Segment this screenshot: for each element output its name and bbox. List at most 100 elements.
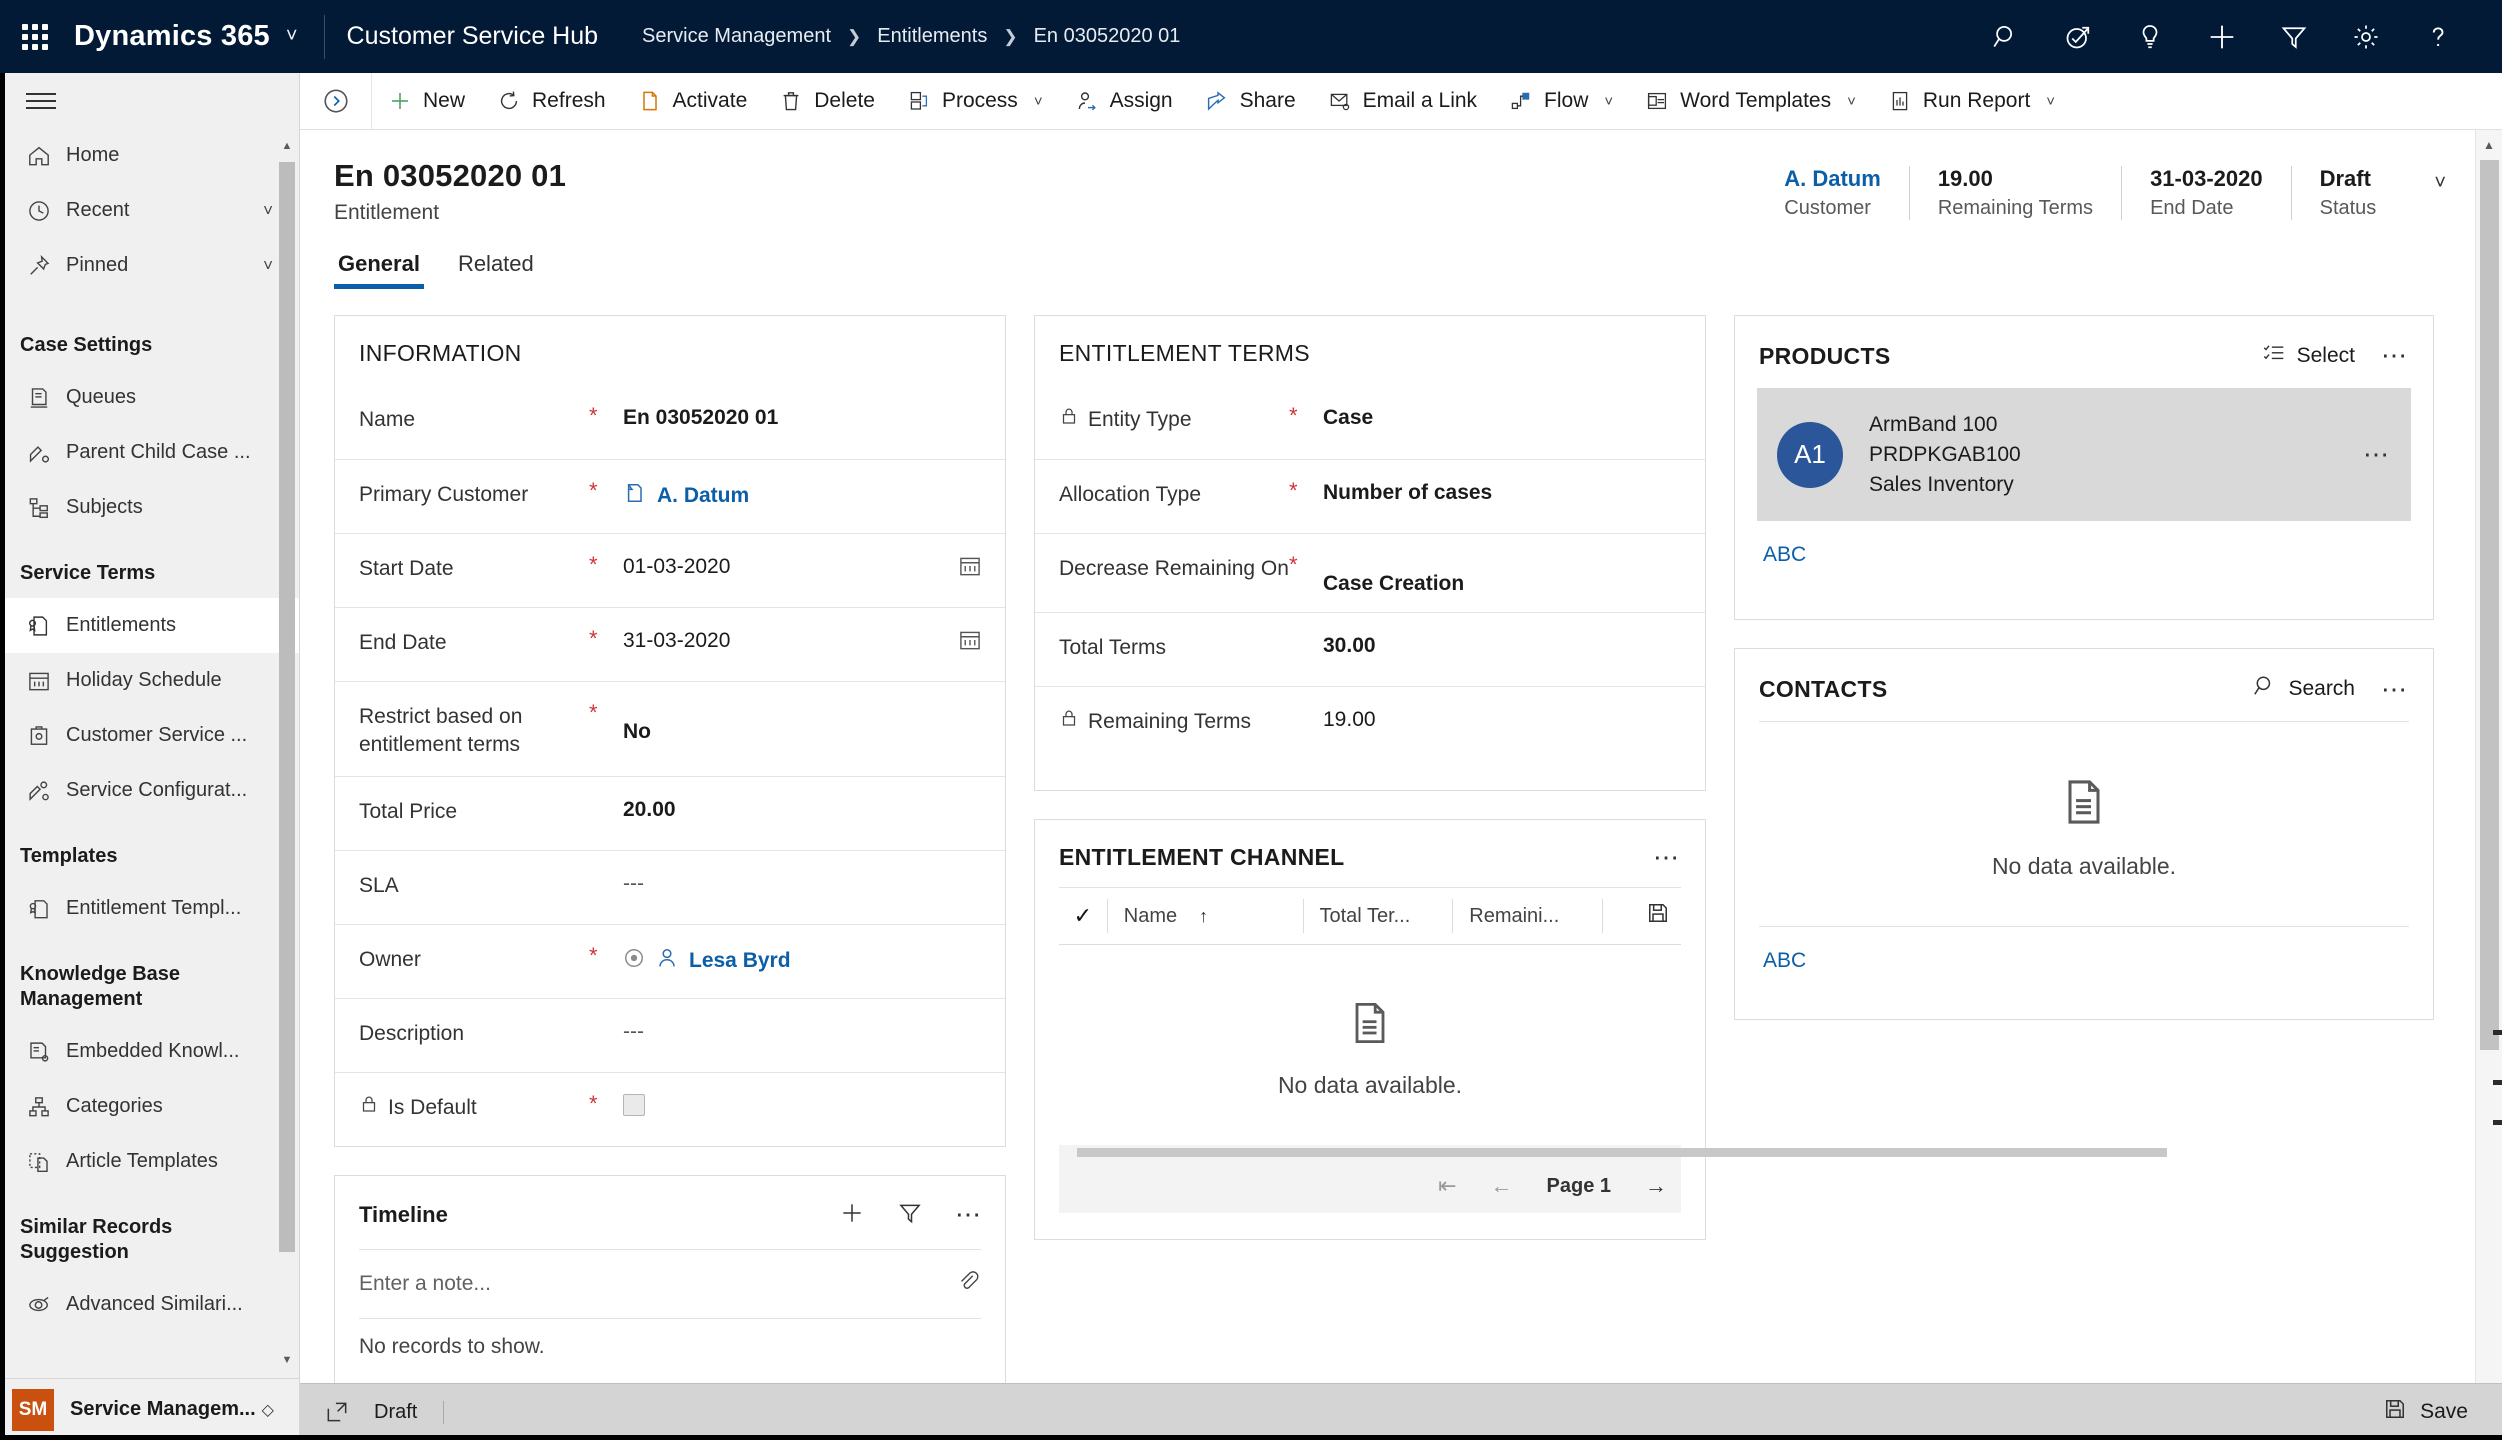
breadcrumb-item-service-management[interactable]: Service Management <box>642 25 831 48</box>
sidebar-item-embedded-knowledge[interactable]: Embedded Knowl... <box>0 1024 299 1079</box>
field-value[interactable]: En 03052020 01 <box>623 401 983 430</box>
contacts-more-icon[interactable]: ⋯ <box>2381 676 2409 701</box>
calendar-icon[interactable] <box>957 550 983 579</box>
timeline-filter-icon[interactable] <box>897 1200 923 1231</box>
tab-general[interactable]: General <box>334 251 424 289</box>
list-item[interactable]: A1 ArmBand 100 PRDPKGAB100 Sales Invento… <box>1757 388 2411 522</box>
timeline-note-input[interactable]: Enter a note... <box>359 1248 981 1319</box>
share-button[interactable]: Share <box>1189 73 1312 129</box>
process-button[interactable]: Process ˅ <box>891 73 1059 129</box>
sidebar-item-entitlement-templates[interactable]: Entitlement Templ... <box>0 881 299 936</box>
field-value[interactable]: Number of cases <box>1323 476 1683 505</box>
next-page-icon[interactable]: → <box>1645 1173 1667 1199</box>
products-select-button[interactable]: Select <box>2261 340 2355 372</box>
header-stat-value[interactable]: A. Datum <box>1784 166 1881 192</box>
contacts-search-button[interactable]: Search <box>2252 673 2355 705</box>
select-all-checkbox-icon[interactable]: ✓ <box>1059 903 1107 929</box>
sidebar-item-holiday-schedule[interactable]: Holiday Schedule <box>0 653 299 708</box>
chevron-down-icon[interactable]: ˅ <box>1034 93 1043 110</box>
run-report-button[interactable]: Run Report ˅ <box>1872 73 2071 129</box>
field-value[interactable]: 31-03-2020 <box>623 624 957 653</box>
sidebar-item-pinned[interactable]: Pinned ˅ <box>0 238 299 293</box>
tab-related[interactable]: Related <box>454 251 538 289</box>
filter-icon[interactable] <box>2258 0 2330 73</box>
previous-page-icon[interactable]: ← <box>1491 1173 1513 1199</box>
breadcrumb-item-entitlements[interactable]: Entitlements <box>877 25 987 48</box>
assistant-icon[interactable] <box>2042 0 2114 73</box>
chevron-down-icon[interactable]: ˅ <box>2046 93 2055 110</box>
attachment-icon[interactable] <box>955 1268 981 1299</box>
flow-button[interactable]: Flow ˅ <box>1493 73 1629 129</box>
sidebar-item-parent-child-case[interactable]: Parent Child Case ... <box>0 425 299 480</box>
expand-panel-icon[interactable] <box>300 73 372 129</box>
is-default-checkbox[interactable] <box>623 1093 645 1116</box>
plus-icon[interactable] <box>2186 0 2258 73</box>
popout-icon[interactable] <box>300 1399 374 1425</box>
chevron-down-icon[interactable]: ˅ <box>263 256 273 276</box>
product-row-more-icon[interactable]: ⋯ <box>2363 441 2391 466</box>
app-switcher-footer[interactable]: SM Service Managem... ◇ <box>0 1378 299 1440</box>
chevron-down-icon[interactable]: ˅ <box>1847 93 1856 110</box>
refresh-button[interactable]: Refresh <box>481 73 622 129</box>
word-templates-button[interactable]: Word Templates ˅ <box>1629 73 1872 129</box>
app-launcher-icon[interactable] <box>0 23 70 50</box>
grid-column-remaining-terms[interactable]: Remaini... <box>1452 899 1602 933</box>
sitemap-hamburger-icon[interactable] <box>0 73 299 128</box>
grid-save-icon[interactable] <box>1635 900 1681 932</box>
field-value[interactable]: No <box>623 698 983 744</box>
sidebar-scrollbar[interactable]: ▲ ▼ <box>279 128 297 1378</box>
sidebar-item-advanced-similarity[interactable]: Advanced Similari... <box>0 1277 299 1332</box>
content-scrollbar[interactable]: ▲ <box>2475 130 2502 1383</box>
activate-button[interactable]: Activate <box>622 73 764 129</box>
lightbulb-icon[interactable] <box>2114 0 2186 73</box>
chevron-down-icon[interactable]: ˅ <box>263 201 273 221</box>
assign-button[interactable]: Assign <box>1059 73 1189 129</box>
sidebar-item-entitlements[interactable]: Entitlements <box>0 598 299 653</box>
grid-column-name[interactable]: Name ↑ <box>1106 899 1303 933</box>
scroll-down-icon[interactable]: ▼ <box>279 1350 295 1370</box>
content-scrollbar-thumb[interactable] <box>2480 160 2499 1050</box>
help-icon[interactable] <box>2402 0 2474 73</box>
timeline-more-icon[interactable]: ⋯ <box>955 1202 983 1227</box>
save-button[interactable]: Save <box>2348 1384 2502 1440</box>
field-value[interactable]: A. Datum <box>657 484 749 508</box>
email-a-link-button[interactable]: Email a Link <box>1312 73 1493 129</box>
grid-scrollbar-thumb[interactable] <box>1077 1148 2167 1157</box>
sidebar-item-service-configuration[interactable]: Service Configurat... <box>0 763 299 818</box>
contacts-footer-link[interactable]: ABC <box>1735 927 2433 999</box>
sidebar-item-article-templates[interactable]: Article Templates <box>0 1134 299 1189</box>
sidebar-item-home[interactable]: Home <box>0 128 299 183</box>
gear-icon[interactable] <box>2330 0 2402 73</box>
field-value[interactable]: --- <box>623 867 983 896</box>
app-switcher-chevron-icon[interactable]: ◇ <box>262 1400 274 1420</box>
brand-chevron-down-icon[interactable]: ˅ <box>286 25 298 48</box>
sidebar-item-customer-service[interactable]: Customer Service ... <box>0 708 299 763</box>
field-value[interactable]: 20.00 <box>623 793 983 822</box>
header-expand-chevron-icon[interactable]: ˅ <box>2404 166 2468 195</box>
field-value[interactable]: --- <box>623 1015 983 1044</box>
products-more-icon[interactable]: ⋯ <box>2381 343 2409 368</box>
products-footer-link[interactable]: ABC <box>1735 521 2433 593</box>
first-page-icon[interactable]: ⇤ <box>1438 1173 1456 1199</box>
sort-ascending-icon[interactable]: ↑ <box>1199 906 1208 927</box>
entitlement-channel-more-icon[interactable]: ⋯ <box>1653 844 1681 869</box>
delete-button[interactable]: Delete <box>763 73 891 129</box>
new-button[interactable]: New <box>372 73 481 129</box>
field-value[interactable]: 30.00 <box>1323 629 1683 658</box>
field-value[interactable]: Case Creation <box>1323 550 1683 596</box>
grid-column-total-terms[interactable]: Total Ter... <box>1302 899 1453 933</box>
field-value[interactable]: Lesa Byrd <box>689 949 791 973</box>
calendar-icon[interactable] <box>957 624 983 653</box>
search-icon[interactable] <box>1970 0 2042 73</box>
sidebar-item-categories[interactable]: Categories <box>0 1079 299 1134</box>
field-value[interactable]: 01-03-2020 <box>623 550 957 579</box>
chevron-down-icon[interactable]: ˅ <box>1604 93 1613 110</box>
timeline-add-icon[interactable] <box>839 1200 865 1231</box>
sidebar-item-recent[interactable]: Recent ˅ <box>0 183 299 238</box>
grid-horizontal-scrollbar[interactable] <box>1059 1145 2167 1159</box>
scroll-up-icon[interactable]: ▲ <box>279 136 295 156</box>
sidebar-item-subjects[interactable]: Subjects <box>0 480 299 535</box>
scroll-up-icon[interactable]: ▲ <box>2476 130 2502 160</box>
sidebar-scrollbar-thumb[interactable] <box>279 162 295 1252</box>
sidebar-item-queues[interactable]: Queues <box>0 370 299 425</box>
